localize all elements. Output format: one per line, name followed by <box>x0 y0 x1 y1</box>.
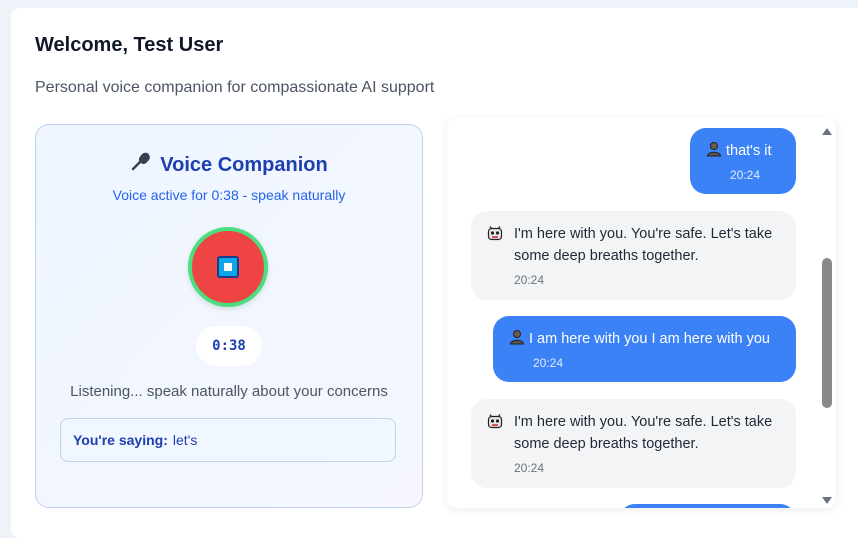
stop-recording-button[interactable] <box>188 227 268 307</box>
robot-icon <box>487 414 503 430</box>
assistant-message: I'm here with you. You're safe. Let's ta… <box>471 399 796 488</box>
message-time: 20:24 <box>730 168 761 182</box>
page-title: Welcome, Test User <box>35 34 224 56</box>
listening-hint: Listening... speak naturally about your … <box>70 383 388 400</box>
robot-icon <box>487 226 503 242</box>
stop-icon <box>217 256 239 278</box>
voice-companion-title: Voice Companion <box>36 151 422 177</box>
scrollbar-thumb[interactable] <box>822 258 832 408</box>
chat-history-panel[interactable]: that's it 20:24 I'm here with you. You'r… <box>447 118 836 508</box>
voice-companion-panel: Voice Companion Voice active for 0:38 - … <box>35 124 423 508</box>
voice-active-status: Voice active for 0:38 - speak naturally <box>112 187 346 203</box>
message-time: 20:24 <box>514 273 545 287</box>
person-icon <box>706 141 722 157</box>
transcript-label: You're saying: <box>73 432 168 448</box>
person-icon <box>509 329 525 345</box>
live-transcript-box: You're saying: let's <box>60 418 396 462</box>
microphone-icon <box>130 151 152 177</box>
message-text: that's it <box>726 143 772 159</box>
message-text: I'm here with you. You're safe. Let's ta… <box>514 226 773 264</box>
message-text: I'm here with you. You're safe. Let's ta… <box>514 414 773 452</box>
voice-companion-title-text: Voice Companion <box>160 154 328 176</box>
message-text: I am here with you I am here with you <box>529 331 770 347</box>
transcript-text: let's <box>172 432 198 448</box>
user-message: I am here with you I am here with you 20… <box>493 316 796 382</box>
chat-scrollbar[interactable] <box>817 124 837 508</box>
scroll-down-arrow-icon[interactable] <box>822 497 832 504</box>
message-time: 20:24 <box>533 356 564 370</box>
scroll-up-arrow-icon[interactable] <box>822 128 832 135</box>
user-message: that's it 20:24 <box>690 128 796 194</box>
user-message-partial <box>619 504 796 508</box>
page-subtitle: Personal voice companion for compassiona… <box>35 79 435 96</box>
assistant-message: I'm here with you. You're safe. Let's ta… <box>471 211 796 300</box>
recording-timer: 0:38 <box>196 326 262 366</box>
message-time: 20:24 <box>514 461 545 475</box>
